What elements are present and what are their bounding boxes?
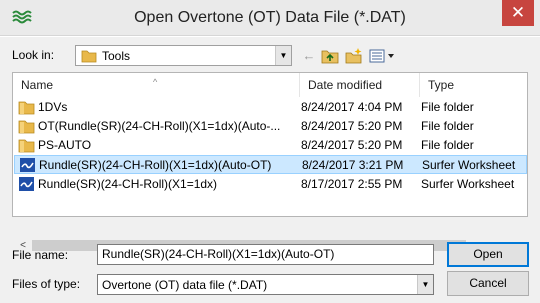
surfer-worksheet-icon xyxy=(19,177,34,191)
file-list[interactable]: Name ^ Date modified Type 1DVs 8/24/2017… xyxy=(12,72,528,253)
look-in-combobox[interactable]: Tools ▼ xyxy=(75,45,292,66)
file-type: Surfer Worksheet xyxy=(421,177,515,191)
surfer-worksheet-icon xyxy=(20,158,35,172)
column-name-label: Name xyxy=(21,78,54,92)
file-date: 8/17/2017 2:55 PM xyxy=(301,177,403,191)
file-date: 8/24/2017 5:20 PM xyxy=(301,119,403,133)
folder-icon xyxy=(18,139,35,153)
file-row[interactable]: 1DVs 8/24/2017 4:04 PM File folder xyxy=(14,98,527,117)
file-name-input[interactable]: Rundle(SR)(24-CH-Roll)(X1=1dx)(Auto-OT) xyxy=(97,244,434,265)
column-header-type[interactable]: Type xyxy=(419,73,527,97)
folder-icon xyxy=(18,120,35,134)
file-row[interactable]: OT(Rundle(SR)(24-CH-Roll)(X1=1dx)(Auto-.… xyxy=(14,117,527,136)
column-header-date[interactable]: Date modified xyxy=(299,73,419,97)
file-name: 1DVs xyxy=(38,100,68,114)
new-folder-icon[interactable] xyxy=(344,46,364,65)
file-row-selected[interactable]: Rundle(SR)(24-CH-Roll)(X1=1dx)(Auto-OT) … xyxy=(14,155,527,174)
open-button[interactable]: Open xyxy=(447,242,529,267)
title-bar: Open Overtone (OT) Data File (*.DAT) ✕ xyxy=(0,0,540,36)
file-type: File folder xyxy=(421,119,474,133)
file-name: Rundle(SR)(24-CH-Roll)(X1=1dx)(Auto-OT) xyxy=(39,158,272,172)
file-type-value: Overtone (OT) data file (*.DAT) xyxy=(102,278,268,292)
file-name-label: File name: xyxy=(12,248,69,262)
file-type: Surfer Worksheet xyxy=(422,158,516,172)
file-type-combobox[interactable]: Overtone (OT) data file (*.DAT) ▼ xyxy=(97,274,434,295)
file-type-label: Files of type: xyxy=(12,277,81,291)
look-in-label: Look in: xyxy=(12,48,55,62)
file-row[interactable]: PS-AUTO 8/24/2017 5:20 PM File folder xyxy=(14,136,527,155)
file-date: 8/24/2017 4:04 PM xyxy=(301,100,403,114)
column-header-name[interactable]: Name ^ xyxy=(13,73,299,97)
file-type: File folder xyxy=(421,100,474,114)
dialog-body: Look in: Tools ▼ ← Name ^ Date modified … xyxy=(0,37,540,303)
file-name: OT(Rundle(SR)(24-CH-Roll)(X1=1dx)(Auto-.… xyxy=(38,119,281,133)
folder-icon xyxy=(81,50,97,63)
file-date: 8/24/2017 5:20 PM xyxy=(301,138,403,152)
back-arrow-icon[interactable]: ← xyxy=(300,46,318,65)
up-folder-icon[interactable] xyxy=(320,46,340,65)
look-in-value: Tools xyxy=(102,49,131,63)
window-title: Open Overtone (OT) Data File (*.DAT) xyxy=(134,9,406,26)
file-date: 8/24/2017 3:21 PM xyxy=(302,158,404,172)
chevron-down-icon[interactable]: ▼ xyxy=(417,275,433,294)
file-name: Rundle(SR)(24-CH-Roll)(X1=1dx) xyxy=(38,177,218,191)
file-type: File folder xyxy=(421,138,474,152)
sort-caret-icon: ^ xyxy=(153,77,158,87)
cancel-button[interactable]: Cancel xyxy=(447,271,529,296)
folder-icon xyxy=(18,101,35,115)
view-menu-icon[interactable] xyxy=(368,46,398,65)
chevron-down-icon[interactable]: ▼ xyxy=(275,46,291,65)
file-row[interactable]: Rundle(SR)(24-CH-Roll)(X1=1dx) 8/17/2017… xyxy=(14,175,527,194)
file-name: PS-AUTO xyxy=(38,138,92,152)
close-button[interactable]: ✕ xyxy=(502,0,534,26)
